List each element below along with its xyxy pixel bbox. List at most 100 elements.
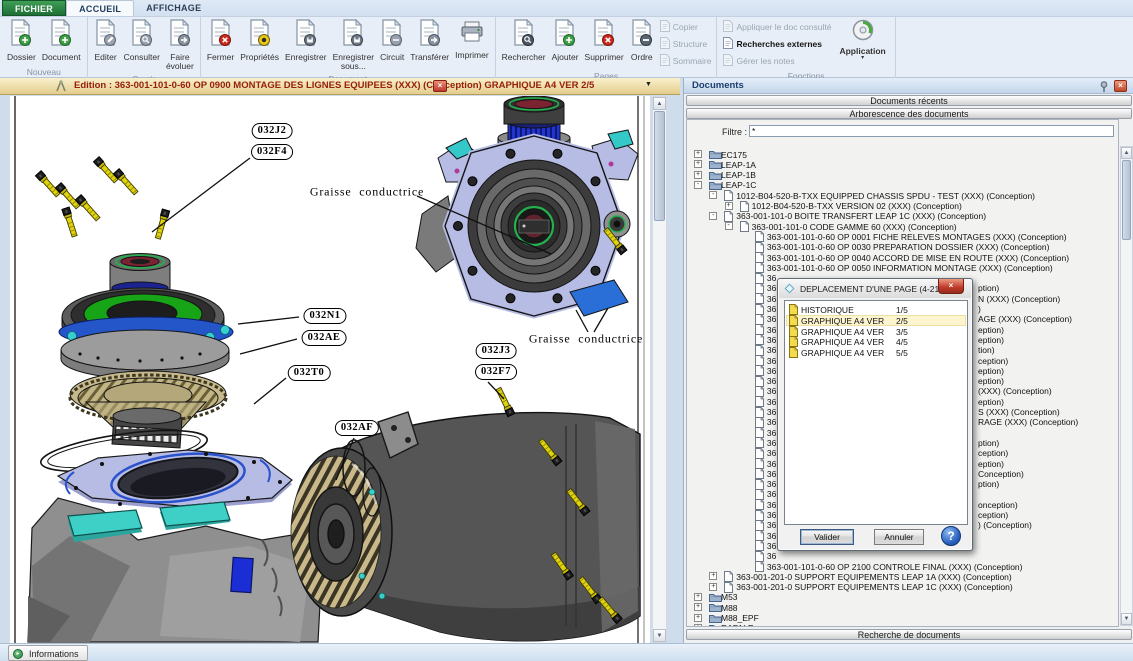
ribbon-button-editer[interactable]: Editer (91, 18, 121, 63)
viewer-scroll-up-icon[interactable]: ▲ (653, 97, 666, 110)
collapse-icon[interactable]: - (709, 212, 717, 220)
tree-row-label-fragment: eption) (978, 366, 1004, 376)
page-item-number: 3/5 (896, 327, 908, 337)
collapse-icon[interactable]: - (694, 181, 702, 189)
page-list-item[interactable]: HISTORIQUE1/5 (786, 304, 966, 315)
tree-row-label: 363-001-101-0 CODE GAMME 60 (XXX) (Conce… (752, 222, 957, 232)
tree-row-label: 363-001-201-0 SUPPORT EQUIPEMENTS LEAP 1… (736, 582, 1012, 592)
tree-row-label: 36 (767, 551, 776, 561)
tree-row[interactable]: +EC175 (687, 149, 1118, 159)
page-list-item[interactable]: GRAPHIQUE A4 VER3/5 (786, 326, 966, 337)
tree-row[interactable]: +M88 (687, 602, 1118, 612)
ribbon-small-buttons: Appliquer le doc consultéRecherches exte… (720, 18, 833, 70)
viewer-scroll-thumb[interactable] (654, 111, 665, 221)
ribbon-small-buttons: CopierStructureSommaire (657, 18, 714, 70)
ribbon-button-label: Circuit (380, 53, 404, 62)
panel-close-button[interactable]: × (1114, 80, 1127, 92)
tree-scrollbar[interactable]: ▲ ▼ (1120, 146, 1133, 626)
informations-tab[interactable]: ▸ Informations (8, 645, 88, 661)
ribbon-button-faire-voluer[interactable]: Faire évoluer (163, 18, 197, 73)
tree-row[interactable]: +RAFALE (687, 623, 1118, 627)
tree-row[interactable]: +M88_EPF (687, 613, 1118, 623)
tab-fichier[interactable]: FICHIER (2, 0, 66, 16)
ribbon-button-ordre[interactable]: Ordre (627, 18, 657, 63)
expand-icon[interactable]: + (709, 572, 717, 580)
tab-affichage[interactable]: AFFICHAGE (134, 0, 213, 16)
expand-icon[interactable]: + (694, 624, 702, 627)
page-list[interactable]: HISTORIQUE1/5GRAPHIQUE A4 VER2/5GRAPHIQU… (784, 300, 968, 525)
application-button[interactable]: Application▾ (833, 18, 891, 61)
tree-scroll-thumb[interactable] (1122, 160, 1131, 240)
titlebar-menu-arrow-icon[interactable]: ▼ (645, 81, 652, 88)
expand-icon[interactable]: + (694, 603, 702, 611)
ribbon-tabs: FICHIER ACCUEIL AFFICHAGE (0, 0, 1133, 17)
collapse-icon[interactable]: - (725, 222, 733, 230)
tree-row[interactable]: +1012-B04-520-B-TXX VERSION 02 (XXX) (Co… (687, 201, 1118, 211)
tree-row[interactable]: -1012-B04-520-B-TXX EQUIPPED CHASSIS SPD… (687, 190, 1118, 200)
tree-row[interactable]: +LEAP-1A (687, 159, 1118, 169)
ribbon-small-button-recherches-externes[interactable]: Recherches externes (722, 37, 831, 51)
ribbon-button-supprimer[interactable]: Supprimer (582, 18, 627, 63)
expand-icon[interactable]: + (694, 160, 702, 168)
search-documents-bar[interactable]: Recherche de documents (686, 629, 1132, 640)
recent-documents-bar[interactable]: Documents récents (686, 95, 1132, 106)
viewer-scroll-down-icon[interactable]: ▼ (653, 629, 666, 642)
tree-row-label: 36 (767, 479, 776, 489)
pin-icon[interactable] (1099, 80, 1109, 92)
tree-row[interactable]: 363-001-101-0-60 OP 0030 PREPARATION DOS… (687, 242, 1118, 252)
ribbon-button-circuit[interactable]: Circuit (377, 18, 407, 63)
tree-row-label: 36 (767, 356, 776, 366)
tree-row[interactable]: 363-001-101-0-60 OP 2100 CONTROLE FINAL … (687, 561, 1118, 571)
ribbon-button-rechercher[interactable]: Rechercher (499, 18, 549, 63)
help-button[interactable]: ? (941, 526, 961, 546)
ribbon-button-consulter[interactable]: Consulter (121, 18, 163, 63)
chevron-down-icon: ▾ (861, 56, 864, 60)
expand-icon[interactable]: + (709, 583, 717, 591)
tree-row[interactable]: +M53 (687, 592, 1118, 602)
tree-row[interactable]: +363-001-201-0 SUPPORT EQUIPEMENTS LEAP … (687, 571, 1118, 581)
page-list-item[interactable]: GRAPHIQUE A4 VER5/5 (786, 347, 966, 358)
ribbon-button-fermer[interactable]: Fermer (204, 18, 237, 63)
document-tree-bar[interactable]: Arborescence des documents (686, 108, 1132, 119)
expand-icon[interactable]: + (694, 593, 702, 601)
tree-row-label-fragment: tion) (978, 345, 995, 355)
ribbon-button-enregistrer[interactable]: Enregistrer (282, 18, 330, 63)
tree-row-label-fragment: ption) (978, 438, 999, 448)
expand-icon[interactable]: + (725, 202, 733, 210)
tree-row-label-fragment: ception) (978, 448, 1008, 458)
ribbon-button-propri-t-s[interactable]: Propriétés (237, 18, 282, 63)
ribbon-button-imprimer[interactable]: Imprimer (452, 18, 492, 61)
printer-icon (460, 19, 484, 50)
page-list-item-selected[interactable]: GRAPHIQUE A4 VER2/5 (786, 315, 966, 326)
expand-icon[interactable]: + (694, 614, 702, 622)
tab-accueil[interactable]: ACCUEIL (66, 0, 134, 16)
ribbon-small-label: Copier (673, 22, 698, 32)
tree-scroll-down-icon[interactable]: ▼ (1121, 613, 1132, 625)
tree-row[interactable]: +363-001-201-0 SUPPORT EQUIPEMENTS LEAP … (687, 582, 1118, 592)
ribbon-button-document[interactable]: Document (39, 18, 84, 63)
filter-input[interactable] (749, 125, 1114, 137)
ribbon-button-dossier[interactable]: Dossier (4, 18, 39, 63)
ribbon-button-ajouter[interactable]: Ajouter (549, 18, 582, 63)
annuler-button[interactable]: Annuler (874, 529, 924, 545)
tree-row[interactable]: - 363-001-101-0 CODE GAMME 60 (XXX) (Conc… (687, 221, 1118, 231)
tree-row[interactable]: 363-001-101-0-60 OP 0001 FICHE RELEVES M… (687, 231, 1118, 241)
tree-row[interactable]: 36 (687, 551, 1118, 561)
tree-row[interactable]: 363-001-101-0-60 OP 0040 ACCORD DE MISE … (687, 252, 1118, 262)
expand-icon[interactable]: + (694, 171, 702, 179)
ribbon-button-enregistrer-sous[interactable]: Enregistrer sous... (330, 18, 378, 73)
collapse-icon[interactable]: - (709, 191, 717, 199)
tree-scroll-up-icon[interactable]: ▲ (1121, 147, 1132, 159)
tree-row-label: 36 (767, 366, 776, 376)
page-list-item[interactable]: GRAPHIQUE A4 VER4/5 (786, 336, 966, 347)
expand-icon[interactable]: + (694, 150, 702, 158)
tree-row[interactable]: -363-001-101-0 BOITE TRANSFERT LEAP 1C (… (687, 211, 1118, 221)
valider-button[interactable]: Valider (800, 529, 854, 545)
viewer-scrollbar[interactable]: ▲ ▼ (652, 96, 667, 643)
dialog-close-button[interactable]: × (938, 279, 964, 294)
tree-row[interactable]: +LEAP-1B (687, 170, 1118, 180)
ribbon-button-transf-rer[interactable]: Transférer (407, 18, 452, 63)
document-close-button[interactable]: × (433, 80, 447, 92)
tree-row[interactable]: -LEAP-1C (687, 180, 1118, 190)
tree-row[interactable]: 363-001-101-0-60 OP 0050 INFORMATION MON… (687, 262, 1118, 272)
